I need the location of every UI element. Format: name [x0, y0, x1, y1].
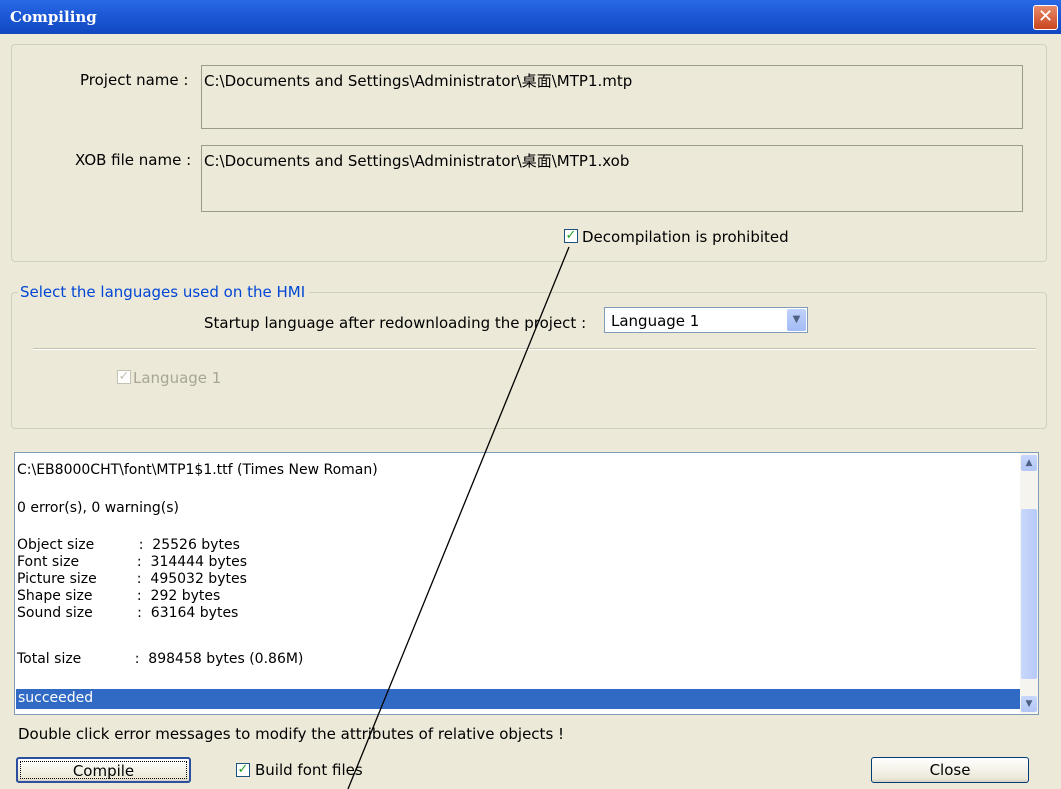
annotation-line	[347, 246, 570, 789]
